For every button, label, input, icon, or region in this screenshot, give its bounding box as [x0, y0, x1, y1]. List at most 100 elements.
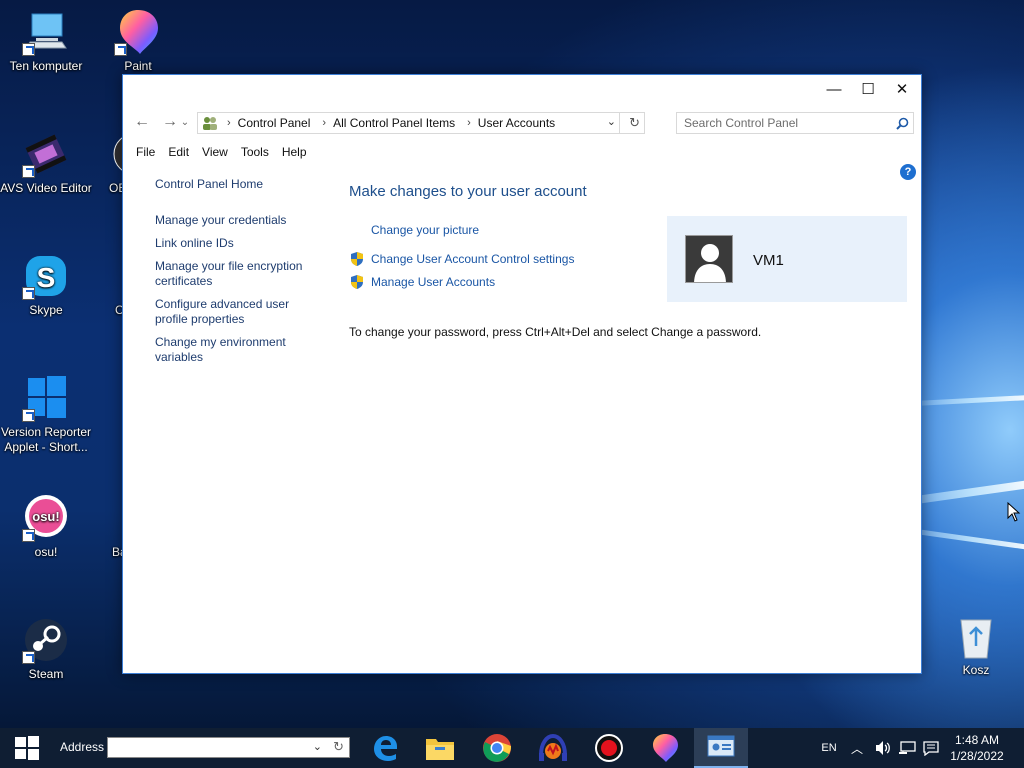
- desktop-icon-skype[interactable]: S Skype: [0, 252, 92, 318]
- desktop-icon-label: Paint: [124, 59, 152, 73]
- desktop-icon-label: Ba: [112, 545, 122, 559]
- uac-settings-link[interactable]: Change User Account Control settings: [371, 252, 574, 266]
- desktop-icon-label: Steam: [28, 667, 64, 681]
- task-change-picture[interactable]: Change your picture: [371, 223, 479, 237]
- taskbar-paint[interactable]: [638, 728, 692, 768]
- breadcrumb-separator-icon[interactable]: ›: [322, 117, 326, 129]
- breadcrumb-all-items[interactable]: All Control Panel Items: [333, 116, 455, 130]
- search-box[interactable]: [676, 112, 914, 134]
- taskbar: Address ⌄ ↻ EN ︿ 1:48 AM 1/28/2022: [0, 728, 1024, 768]
- volume-icon[interactable]: [872, 728, 894, 768]
- osu-icon: osu!: [22, 494, 70, 542]
- uac-shield-icon: [351, 252, 363, 266]
- desktop-icon-osu[interactable]: osu! osu!: [0, 494, 92, 560]
- obs-icon: [110, 130, 122, 178]
- mouse-cursor-icon: [1007, 502, 1021, 522]
- help-icon[interactable]: ?: [900, 164, 916, 180]
- password-note: To change your password, press Ctrl+Alt+…: [349, 325, 762, 339]
- back-arrow-icon[interactable]: ←: [130, 111, 154, 133]
- desktop-icon-label: C: [115, 303, 122, 317]
- user-name: VM1: [753, 252, 784, 269]
- recycle-bin-icon: [952, 612, 1000, 660]
- search-input[interactable]: [677, 113, 887, 133]
- show-hidden-icons-chevron-icon[interactable]: ︿: [848, 728, 866, 768]
- breadcrumb-user-accounts[interactable]: User Accounts: [478, 116, 555, 130]
- taskbar-address-chevron-icon[interactable]: ⌄: [313, 740, 322, 753]
- desktop-icon-avs[interactable]: AVS Video Editor: [0, 130, 92, 196]
- user-account-card: VM1: [667, 216, 907, 302]
- taskbar-address-input[interactable]: [108, 738, 304, 757]
- manage-credentials-link[interactable]: Manage your credentials: [155, 213, 325, 228]
- maximize-button[interactable]: ☐: [851, 75, 885, 103]
- control-panel-users-icon: [203, 117, 217, 130]
- taskbar-control-panel[interactable]: [694, 728, 748, 768]
- minimize-button[interactable]: —: [817, 75, 851, 103]
- notification-icon[interactable]: [920, 728, 942, 768]
- edge-icon: [374, 736, 397, 761]
- address-bar[interactable]: › Control Panel › All Control Panel Item…: [197, 112, 645, 134]
- taskbar-recorder[interactable]: [582, 728, 636, 768]
- menu-view[interactable]: View: [196, 143, 234, 163]
- title-bar[interactable]: — ☐ ✕: [123, 75, 921, 103]
- control-panel-window: — ☐ ✕ ← → ⌄ › Control Panel › All Contro…: [122, 74, 922, 674]
- app-icon: [110, 494, 122, 542]
- taskbar-audio-app[interactable]: [526, 728, 580, 768]
- advanced-profile-link[interactable]: Configure advanced user profile properti…: [155, 297, 305, 327]
- main-content: Make changes to your user account Change…: [349, 183, 909, 339]
- windows-logo-icon: [22, 374, 70, 422]
- menu-help[interactable]: Help: [276, 143, 313, 163]
- control-panel-icon: [707, 735, 735, 757]
- windows-logo-icon: [15, 736, 39, 760]
- link-online-ids-link[interactable]: Link online IDs: [155, 236, 325, 251]
- user-silhouette-icon: [694, 244, 726, 282]
- avatar[interactable]: [685, 235, 733, 283]
- close-button[interactable]: ✕: [885, 75, 919, 103]
- desktop-icon-label: Skype: [29, 303, 63, 317]
- recent-locations-chevron-icon[interactable]: ⌄: [178, 111, 192, 133]
- desktop-icon-this-pc[interactable]: Ten komputer: [0, 8, 92, 74]
- menu-edit[interactable]: Edit: [162, 143, 195, 163]
- desktop-icon-label: Kosz: [962, 663, 990, 677]
- svg-text:S: S: [37, 262, 56, 293]
- task-manage-accounts[interactable]: Manage User Accounts: [349, 274, 495, 290]
- refresh-icon[interactable]: ↻: [629, 115, 640, 131]
- file-explorer-icon: [426, 739, 454, 760]
- clock[interactable]: 1:48 AM 1/28/2022: [946, 732, 1008, 764]
- breadcrumb-control-panel[interactable]: Control Panel: [238, 116, 311, 130]
- desktop-icon-paint[interactable]: Paint: [92, 8, 184, 74]
- environment-variables-link[interactable]: Change my environment variables: [155, 335, 305, 365]
- taskbar-edge[interactable]: [358, 728, 412, 768]
- desktop-icon-partial[interactable]: C: [92, 252, 122, 318]
- breadcrumb-separator-icon[interactable]: ›: [467, 117, 471, 129]
- taskbar-file-explorer[interactable]: [413, 728, 467, 768]
- taskbar-address-box[interactable]: ⌄ ↻: [107, 737, 350, 758]
- menu-tools[interactable]: Tools: [235, 143, 275, 163]
- page-title: Make changes to your user account: [349, 183, 587, 200]
- menu-file[interactable]: File: [130, 143, 161, 163]
- desktop-icon-partial[interactable]: Ba: [92, 494, 122, 560]
- file-encryption-link[interactable]: Manage your file encryption certificates: [155, 259, 315, 289]
- desktop-icon-steam[interactable]: Steam: [0, 616, 92, 682]
- clock-time: 1:48 AM: [954, 733, 1000, 747]
- control-panel-home-link[interactable]: Control Panel Home: [155, 177, 325, 192]
- left-pane: Control Panel Home Manage your credentia…: [155, 177, 325, 365]
- task-uac-settings[interactable]: Change User Account Control settings: [349, 251, 574, 267]
- network-icon[interactable]: [896, 728, 918, 768]
- taskbar-address-go-icon[interactable]: ↻: [333, 739, 344, 755]
- desktop-icon-recycle-bin[interactable]: Kosz: [930, 612, 1022, 678]
- paint-icon: [653, 734, 678, 762]
- desktop-icon-obs[interactable]: OB: [92, 130, 122, 196]
- desktop-icon-version-reporter[interactable]: Version Reporter Applet - Short...: [0, 374, 92, 455]
- taskbar-chrome[interactable]: [470, 728, 524, 768]
- start-button[interactable]: [0, 728, 54, 768]
- menu-bar: File Edit View Tools Help: [130, 143, 314, 163]
- clock-date: 1/28/2022: [950, 749, 1004, 763]
- language-indicator[interactable]: EN: [816, 728, 842, 768]
- desktop-icon-label: AVS Video Editor: [0, 181, 92, 195]
- address-dropdown-chevron-icon[interactable]: ⌄: [607, 115, 616, 128]
- desktop-icon-label: osu!: [34, 545, 58, 559]
- search-icon[interactable]: [896, 117, 909, 130]
- manage-user-accounts-link[interactable]: Manage User Accounts: [371, 275, 495, 289]
- change-picture-link[interactable]: Change your picture: [371, 223, 479, 237]
- taskbar-address-label: Address: [60, 740, 105, 754]
